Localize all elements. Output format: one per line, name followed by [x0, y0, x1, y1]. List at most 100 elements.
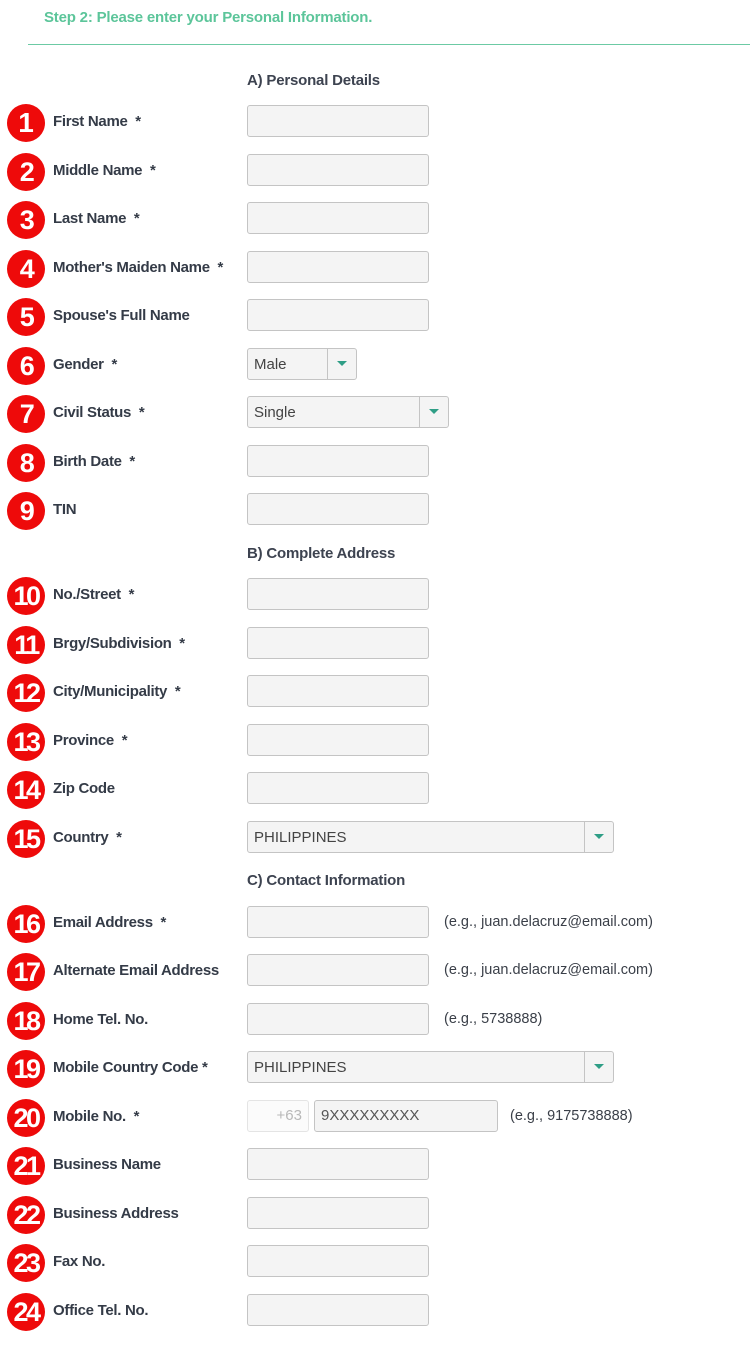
fax-no-input[interactable]: [247, 1245, 429, 1277]
field-label: No./Street *: [53, 586, 135, 603]
step-number-badge: 1: [7, 104, 45, 142]
form-row-spouse-full-name: 5 Spouse's Full Name: [0, 298, 750, 336]
caret-down-icon: [429, 409, 439, 414]
field-label: Last Name *: [53, 210, 140, 227]
first-name-input[interactable]: [247, 105, 429, 137]
form-row-zip-code: 14 Zip Code: [0, 771, 750, 809]
step-number-badge: 23: [7, 1244, 45, 1282]
form-row-mothers-maiden-name: 4 Mother's Maiden Name *: [0, 250, 750, 288]
field-label: Business Name: [53, 1156, 161, 1173]
form-row-fax-no: 23 Fax No.: [0, 1244, 750, 1282]
step-number-badge: 8: [7, 444, 45, 482]
step-number-badge: 3: [7, 201, 45, 239]
step-number-badge: 19: [7, 1050, 45, 1088]
barangay-input[interactable]: [247, 627, 429, 659]
form-row-middle-name: 2 Middle Name *: [0, 153, 750, 191]
form-row-email: 16 Email Address * (e.g., juan.delacruz@…: [0, 905, 750, 943]
form-row-last-name: 3 Last Name *: [0, 201, 750, 239]
step-number-badge: 9: [7, 492, 45, 530]
form-row-civil-status: 7 Civil Status * Single: [0, 395, 750, 433]
dropdown-toggle[interactable]: [584, 1052, 613, 1082]
email-input[interactable]: [247, 906, 429, 938]
field-label: First Name *: [53, 113, 141, 130]
form-row-home-tel: 18 Home Tel. No. (e.g., 5738888): [0, 1002, 750, 1040]
section-contact-information: C) Contact Information: [247, 872, 406, 889]
business-name-input[interactable]: [247, 1148, 429, 1180]
step-number-badge: 12: [7, 674, 45, 712]
field-label: Fax No.: [53, 1253, 106, 1270]
form-row-province: 13 Province *: [0, 723, 750, 761]
dropdown-toggle[interactable]: [419, 397, 448, 427]
street-input[interactable]: [247, 578, 429, 610]
alternate-email-hint: (e.g., juan.delacruz@email.com): [444, 962, 653, 978]
step-number-badge: 21: [7, 1147, 45, 1185]
gender-select[interactable]: Male: [247, 348, 357, 380]
form-row-business-name: 21 Business Name: [0, 1147, 750, 1185]
form-row-office-tel: 24 Office Tel. No.: [0, 1293, 750, 1331]
step-number-badge: 20: [7, 1099, 45, 1137]
field-label: Gender *: [53, 356, 117, 373]
field-label: Office Tel. No.: [53, 1302, 149, 1319]
field-label: Mobile Country Code *: [53, 1059, 208, 1076]
country-select[interactable]: PHILIPPINES: [247, 821, 614, 853]
step-number-badge: 13: [7, 723, 45, 761]
field-label: Home Tel. No.: [53, 1011, 148, 1028]
field-label: TIN: [53, 501, 77, 518]
form-row-tin: 9 TIN: [0, 492, 750, 530]
step-number-badge: 5: [7, 298, 45, 336]
mobile-country-code-select[interactable]: PHILIPPINES: [247, 1051, 614, 1083]
field-label: Country *: [53, 829, 122, 846]
step-number-badge: 14: [7, 771, 45, 809]
business-address-input[interactable]: [247, 1197, 429, 1229]
field-label: Alternate Email Address: [53, 962, 219, 979]
field-label: Middle Name *: [53, 162, 156, 179]
mobile-no-input[interactable]: 9XXXXXXXXX: [314, 1100, 498, 1132]
field-label: Province *: [53, 732, 128, 749]
province-input[interactable]: [247, 724, 429, 756]
step-number-badge: 22: [7, 1196, 45, 1234]
step-title: Step 2: Please enter your Personal Infor…: [44, 9, 373, 26]
form-row-mobile-no: 20 Mobile No. * +63 9XXXXXXXXX (e.g., 91…: [0, 1099, 750, 1137]
form-row-alternate-email: 17 Alternate Email Address (e.g., juan.d…: [0, 953, 750, 991]
field-label: Civil Status *: [53, 404, 145, 421]
form-row-birth-date: 8 Birth Date *: [0, 444, 750, 482]
caret-down-icon: [337, 361, 347, 366]
gender-selected-value: Male: [254, 356, 287, 373]
birth-date-input[interactable]: [247, 445, 429, 477]
tin-input[interactable]: [247, 493, 429, 525]
form-row-country: 15 Country * PHILIPPINES: [0, 820, 750, 858]
caret-down-icon: [594, 1064, 604, 1069]
field-label: Business Address: [53, 1205, 179, 1222]
zip-code-input[interactable]: [247, 772, 429, 804]
header-divider: [28, 44, 750, 45]
home-tel-hint: (e.g., 5738888): [444, 1011, 543, 1027]
step-number-badge: 16: [7, 905, 45, 943]
dropdown-toggle[interactable]: [584, 822, 613, 852]
step-number-badge: 10: [7, 577, 45, 615]
step-number-badge: 18: [7, 1002, 45, 1040]
form-row-business-address: 22 Business Address: [0, 1196, 750, 1234]
home-tel-input[interactable]: [247, 1003, 429, 1035]
city-input[interactable]: [247, 675, 429, 707]
middle-name-input[interactable]: [247, 154, 429, 186]
step-number-badge: 24: [7, 1293, 45, 1331]
field-label: Zip Code: [53, 780, 115, 797]
office-tel-input[interactable]: [247, 1294, 429, 1326]
mothers-maiden-name-input[interactable]: [247, 251, 429, 283]
spouse-full-name-input[interactable]: [247, 299, 429, 331]
field-label: Email Address *: [53, 914, 167, 931]
mobile-prefix: +63: [247, 1100, 309, 1132]
last-name-input[interactable]: [247, 202, 429, 234]
alternate-email-input[interactable]: [247, 954, 429, 986]
section-complete-address: B) Complete Address: [247, 545, 396, 562]
civil-status-selected-value: Single: [254, 404, 296, 421]
civil-status-select[interactable]: Single: [247, 396, 449, 428]
dropdown-toggle[interactable]: [327, 349, 356, 379]
field-label: Mobile No. *: [53, 1108, 140, 1125]
email-hint: (e.g., juan.delacruz@email.com): [444, 914, 653, 930]
form-row-gender: 6 Gender * Male: [0, 347, 750, 385]
step-number-badge: 4: [7, 250, 45, 288]
form-row-barangay: 11 Brgy/Subdivision *: [0, 626, 750, 664]
step-number-badge: 15: [7, 820, 45, 858]
step-number-badge: 11: [7, 626, 45, 664]
